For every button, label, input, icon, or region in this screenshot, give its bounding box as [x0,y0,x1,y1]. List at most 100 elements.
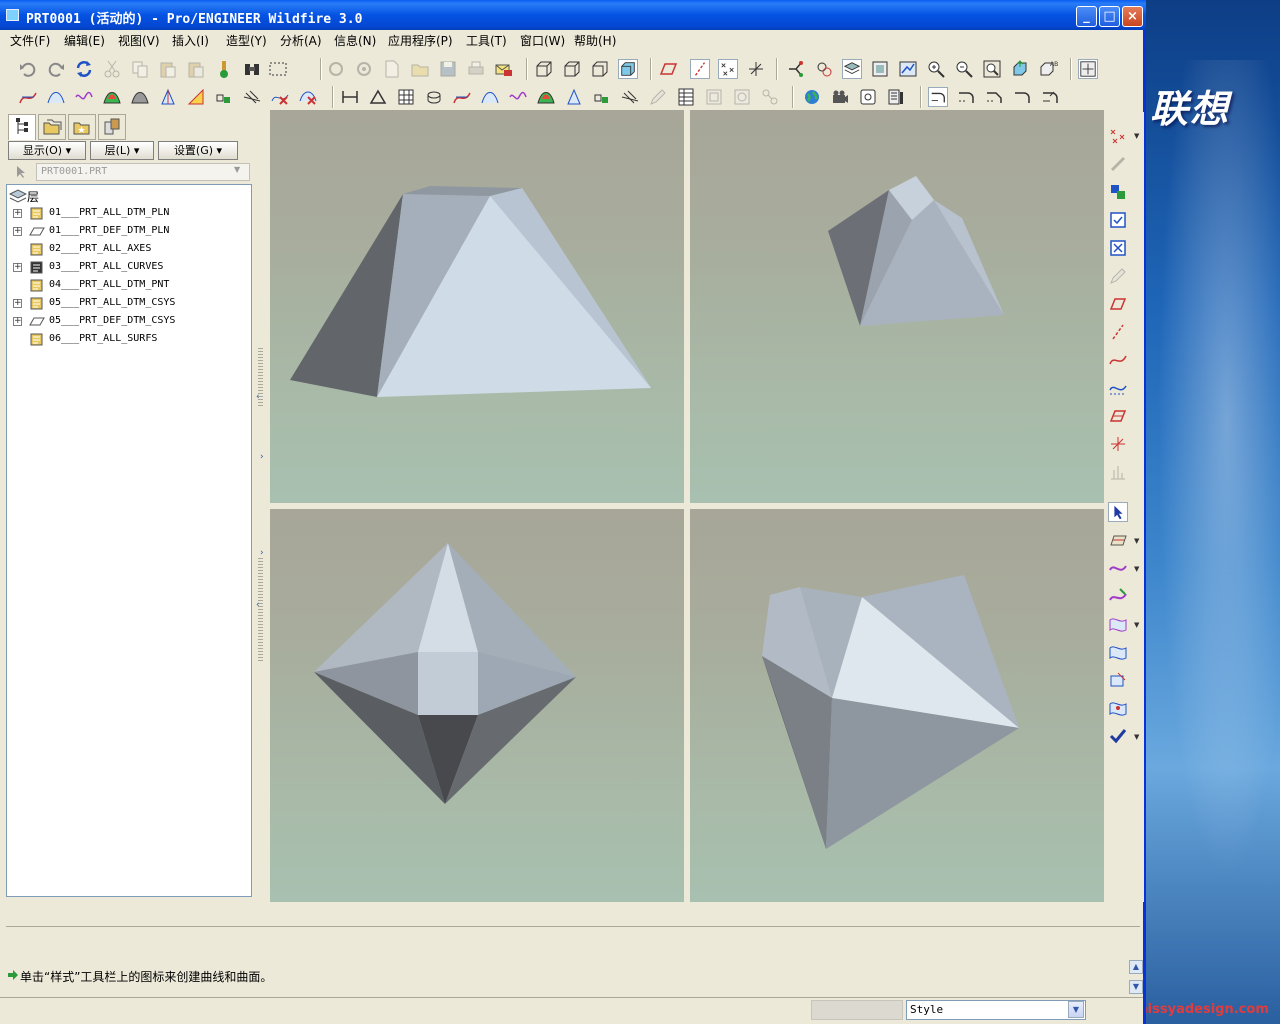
camera-icon[interactable] [830,87,850,107]
color-table-icon[interactable] [886,87,906,107]
datum-curve-tool-icon[interactable] [1108,350,1128,370]
select-pointer-icon[interactable] [1108,502,1128,522]
done-check-icon[interactable] [1108,726,1128,746]
shadow-icon[interactable] [620,87,640,107]
delete-analysis-icon[interactable] [270,87,290,107]
collapse-left-icon[interactable]: ‹ [256,600,260,610]
expand-icon[interactable]: + [13,317,22,326]
model-tilted-pyramid[interactable] [690,110,1104,503]
refit-icon[interactable] [982,59,1002,79]
reorient-icon[interactable] [1010,59,1030,79]
chevron-down-icon[interactable]: ▼ [1134,132,1139,140]
model-rotated-pyramid[interactable] [690,509,1104,902]
cut-icon[interactable] [102,59,122,79]
model-tree-icon[interactable] [786,59,806,79]
curve-analysis-icon[interactable] [452,87,472,107]
tab-model-tree[interactable] [8,114,36,140]
panel-splitter[interactable]: ‹ › › ‹ [255,112,267,902]
open-file-icon[interactable] [410,59,430,79]
active-model-field[interactable]: PRT0001.PRT [36,163,250,181]
datum-point-display-icon[interactable] [718,59,738,79]
paste-icon[interactable] [158,59,178,79]
print-icon[interactable] [466,59,486,79]
view-wireframe-icon[interactable] [534,59,554,79]
close-button[interactable]: × [1122,6,1143,27]
minimize-button[interactable]: _ [1076,6,1097,27]
expand-icon[interactable]: + [13,263,22,272]
csys-display-icon[interactable] [746,59,766,79]
chevron-down-icon[interactable]: ▼ [1068,1001,1084,1018]
view-manager-icon[interactable] [870,59,890,79]
menu-applications[interactable]: 应用程序(P) [388,32,453,49]
tree-item-layer[interactable]: +05___PRT_DEF_DTM_CSYS [7,313,247,331]
regenerate-manager-icon[interactable] [214,59,234,79]
offset-icon[interactable] [214,87,234,107]
context-help-icon[interactable] [1078,59,1098,79]
distance-icon[interactable] [340,87,360,107]
save-icon[interactable] [438,59,458,79]
menu-insert[interactable]: 插入(I) [172,32,209,49]
viewport-bottom-right[interactable] [690,509,1104,902]
gaussian-curvature-icon[interactable] [536,87,556,107]
repaint-icon[interactable] [326,59,346,79]
menu-style[interactable]: 造型(Y) [226,32,267,49]
chevron-down-icon[interactable]: ▼ [1134,565,1139,573]
shaded-curvature-icon[interactable] [102,87,122,107]
sketched-curve-tool-icon[interactable] [1108,378,1128,398]
tab-folder-browser[interactable] [38,114,66,140]
reflection-icon[interactable] [186,87,206,107]
round-edge-icon[interactable] [928,87,948,107]
tree-item-layer[interactable]: +01___PRT_ALL_DTM_PLN [7,205,247,223]
sketch-curve-icon[interactable] [18,87,38,107]
round-tool-icon[interactable] [1040,87,1060,107]
create-surface-icon[interactable] [1108,614,1128,634]
csys-tool-icon[interactable] [1108,434,1128,454]
menu-analysis[interactable]: 分析(A) [280,32,322,49]
model-truncated-pyramid[interactable] [270,110,684,503]
style-curve-icon[interactable] [858,87,878,107]
expand-right-icon[interactable]: › [260,452,264,462]
expand-right-icon[interactable]: › [260,548,264,558]
tree-item-layer[interactable]: 06___PRT_ALL_SURFS [7,331,247,349]
globe-icon[interactable] [802,87,822,107]
saved-views-list-icon[interactable]: AB [1038,59,1058,79]
menu-edit[interactable]: 编辑(E) [64,32,105,49]
pencil-tool-icon[interactable] [1108,266,1128,286]
title-bar[interactable]: PRT0001 (活动的) - Pro/ENGINEER Wildfire 3.… [0,0,1146,30]
pencil-icon[interactable] [648,87,668,107]
menu-tools[interactable]: 工具(T) [466,32,507,49]
curvature-icon[interactable] [480,87,500,107]
deviation-icon[interactable] [508,87,528,107]
datum-points-tool-icon[interactable] [1108,126,1128,146]
paste-special-icon[interactable] [186,59,206,79]
expand-icon[interactable]: + [13,299,22,308]
saved-view-icon[interactable] [354,59,374,79]
expand-icon[interactable]: + [13,227,22,236]
analysis-icon[interactable] [898,59,918,79]
saved-analysis-icon[interactable] [704,87,724,107]
round-edge-alt-icon[interactable] [956,87,976,107]
layers-icon[interactable] [842,59,862,79]
offset-analysis-icon[interactable] [592,87,612,107]
relations-icon[interactable] [814,59,834,79]
viewport-top-left[interactable] [270,110,684,503]
copy-icon[interactable] [130,59,150,79]
collapse-left-icon[interactable]: ‹ [256,392,260,402]
slope-icon[interactable] [158,87,178,107]
curvature-analysis-icon[interactable] [46,87,66,107]
table-icon[interactable] [676,87,696,107]
expand-icon[interactable]: + [13,209,22,218]
redo-icon[interactable] [46,59,66,79]
menu-window[interactable]: 窗口(W) [520,32,565,49]
chevron-down-icon[interactable]: ▼ [1134,621,1139,629]
view-hidden-line-icon[interactable] [562,59,582,79]
select-box-icon[interactable] [268,59,288,79]
measure-icon[interactable] [732,87,752,107]
zoom-out-icon[interactable] [954,59,974,79]
tab-favorites[interactable] [68,114,96,140]
analysis-feature-icon[interactable] [1108,462,1128,482]
corner-icon[interactable] [1012,87,1032,107]
link-tool-icon[interactable] [1108,154,1128,174]
tree-item-layer[interactable]: +01___PRT_DEF_DTM_PLN [7,223,247,241]
datum-plane-offset-icon[interactable] [1108,406,1128,426]
